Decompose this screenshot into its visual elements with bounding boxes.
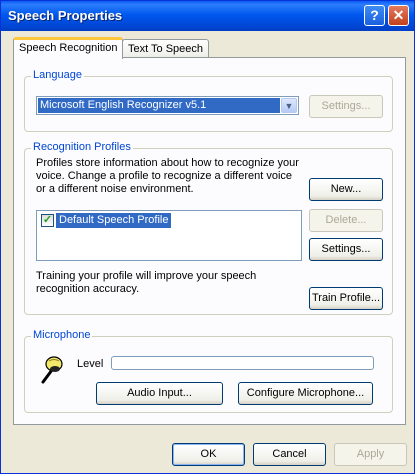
training-text: Training your profile will improve your … <box>36 270 257 295</box>
profiles-description: Profiles store information about how to … <box>36 157 299 195</box>
language-select[interactable]: Microsoft English Recognizer v5.1 ▼ <box>36 96 299 115</box>
help-icon: ? <box>370 7 379 23</box>
microphone-icon <box>41 356 63 384</box>
profiles-list[interactable]: ✓ Default Speech Profile <box>36 210 302 261</box>
level-meter <box>111 356 374 370</box>
audio-input-button[interactable]: Audio Input... <box>96 382 223 405</box>
speech-properties-dialog: Speech Properties ? ✕ Speech Recognition… <box>0 0 415 474</box>
profile-checkbox[interactable]: ✓ <box>41 214 54 227</box>
tab-text-to-speech[interactable]: Text To Speech <box>122 39 210 59</box>
cancel-button[interactable]: Cancel <box>253 443 326 466</box>
tab-panel: Language Microsoft English Recognizer v5… <box>13 57 406 425</box>
new-profile-button[interactable]: New... <box>309 178 383 201</box>
recognition-profiles-group-label: Recognition Profiles <box>31 141 133 153</box>
language-settings-button[interactable]: Settings... <box>309 95 383 118</box>
help-button[interactable]: ? <box>364 5 385 26</box>
chevron-down-icon[interactable]: ▼ <box>281 98 297 113</box>
tab-speech-recognition[interactable]: Speech Recognition <box>13 37 124 59</box>
profile-settings-button[interactable]: Settings... <box>309 238 383 261</box>
list-item[interactable]: ✓ Default Speech Profile <box>39 213 175 228</box>
train-profile-button[interactable]: Train Profile... <box>309 287 383 310</box>
delete-profile-button[interactable]: Delete... <box>309 209 383 232</box>
apply-button[interactable]: Apply <box>334 443 407 466</box>
close-button[interactable]: ✕ <box>388 5 409 26</box>
language-group-label: Language <box>31 69 84 81</box>
configure-microphone-button[interactable]: Configure Microphone... <box>238 382 373 405</box>
ok-button[interactable]: OK <box>172 443 245 466</box>
microphone-group-label: Microphone <box>31 329 93 341</box>
level-label: Level <box>77 358 104 370</box>
language-selected-value: Microsoft English Recognizer v5.1 <box>38 98 280 113</box>
close-icon: ✕ <box>392 7 405 23</box>
window-title: Speech Properties <box>8 8 123 23</box>
profile-label: Default Speech Profile <box>56 213 172 228</box>
title-bar[interactable]: Speech Properties ? ✕ <box>1 1 414 31</box>
